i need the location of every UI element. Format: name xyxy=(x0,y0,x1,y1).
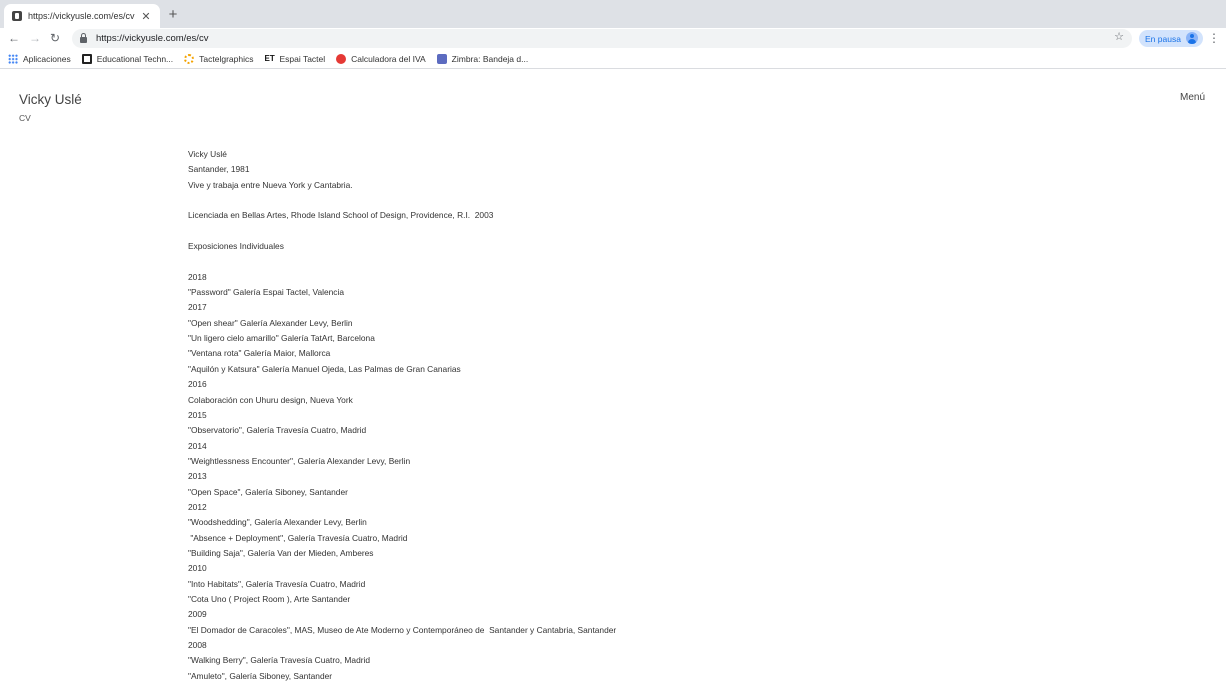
bookmark-label: Educational Techn... xyxy=(96,53,174,64)
profile-status-label: En pausa xyxy=(1145,33,1181,44)
cv-line: "Building Saja", Galería Van der Mieden,… xyxy=(188,547,374,558)
cv-line: "Woodshedding", Galería Alexander Levy, … xyxy=(188,517,367,528)
tactelgraphics-icon xyxy=(184,53,195,64)
cv-line xyxy=(188,193,888,208)
cv-line: 2017 xyxy=(188,302,207,313)
cv-line: "Aquilón y Katsura" Galería Manuel Ojeda… xyxy=(188,363,461,374)
cv-line: "Password" Galería Espai Tactel, Valenci… xyxy=(188,287,344,298)
address-bar[interactable]: https://vickyusle.com/es/cv ☆ xyxy=(72,29,1132,48)
cv-line: 2009 xyxy=(188,609,207,620)
bookmark-label: Zimbra: Bandeja d... xyxy=(451,53,529,64)
bookmark-star-icon[interactable]: ☆ xyxy=(1114,30,1124,43)
browser-tabstrip: https://vickyusle.com/es/cv ✕ + xyxy=(0,0,1226,28)
apps-grid-icon xyxy=(8,53,18,64)
browser-tab[interactable]: https://vickyusle.com/es/cv ✕ xyxy=(4,4,160,28)
tab-title: https://vickyusle.com/es/cv xyxy=(28,11,135,21)
cv-line: "Amuleto", Galería Siboney, Santander xyxy=(188,670,333,681)
address-url[interactable]: https://vickyusle.com/es/cv xyxy=(96,33,208,44)
cv-content: Vicky Uslé Santander, 1981 Vive y trabaja … xyxy=(188,147,888,684)
cv-line: "Ventana rota" Galería Maior, Mallorca xyxy=(188,348,331,359)
cv-line: "Observatorio", Galería Travesía Cuatro,… xyxy=(188,425,367,436)
cv-line: 2014 xyxy=(188,440,207,451)
cv-line: Colaboración con Uhuru design, Nueva Yor… xyxy=(188,394,353,405)
cv-line: 2015 xyxy=(188,409,207,420)
zimbra-icon xyxy=(436,53,447,64)
menu-button[interactable]: Menú xyxy=(1180,92,1205,103)
cv-line: "Un ligero cielo amarillo" Galería TatAr… xyxy=(188,333,375,344)
back-icon[interactable]: ← xyxy=(6,30,22,46)
cv-line: "Cota Uno ( Project Room ), Arte Santand… xyxy=(188,593,351,604)
cv-line xyxy=(188,254,888,269)
espai-tactel-icon: ET xyxy=(264,53,275,63)
bookmark-tactelgraphics[interactable]: Tactelgraphics xyxy=(184,53,254,64)
bookmark-label: Calculadora del IVA xyxy=(351,53,426,64)
avatar-icon xyxy=(1186,32,1198,44)
cv-line: "Open Space", Galería Siboney, Santander xyxy=(188,486,348,497)
cv-line: Santander, 1981 xyxy=(188,164,250,175)
cv-line: "Into Habitats", Galería Travesía Cuatro… xyxy=(188,578,366,589)
bookmark-zimbra[interactable]: Zimbra: Bandeja d... xyxy=(436,53,529,64)
cv-line: 2008 xyxy=(188,640,207,650)
reload-icon[interactable]: ↻ xyxy=(47,30,63,46)
bookmark-label: Aplicaciones xyxy=(23,53,71,64)
site-title[interactable]: Vicky Uslé xyxy=(19,92,82,107)
profile-sync-button[interactable]: En pausa xyxy=(1139,30,1203,47)
cv-line: "Walking Berry", Galería Travesía Cuatro… xyxy=(188,655,371,666)
bookmarks-bar: Aplicaciones Educational Techn... Tactel… xyxy=(0,49,1226,69)
cv-line: "Absence + Deployment", Galería Travesía… xyxy=(188,532,408,543)
forward-icon[interactable]: → xyxy=(27,30,43,46)
bookmark-label: Espai Tactel xyxy=(279,53,326,64)
bookmark-label: Tactelgraphics xyxy=(199,53,254,64)
cv-line: 2013 xyxy=(188,471,207,482)
cv-line: Vicky Uslé xyxy=(188,149,227,159)
cv-line: 2010 xyxy=(188,563,207,574)
cv-line: Licenciada en Bellas Artes, Rhode Island… xyxy=(188,210,494,221)
cv-line xyxy=(188,224,888,239)
calculadora-iva-icon xyxy=(336,53,347,64)
new-tab-icon[interactable]: + xyxy=(165,6,181,24)
cv-line: "El Domador de Caracoles", MAS, Museo de… xyxy=(188,624,617,635)
educational-tech-icon xyxy=(81,53,92,64)
bookmark-aplicaciones[interactable]: Aplicaciones xyxy=(8,53,71,64)
cv-line: 2018 xyxy=(188,271,207,282)
browser-menu-icon[interactable]: ⋮ xyxy=(1208,29,1220,47)
cv-line: "Open shear" Galería Alexander Levy, Ber… xyxy=(188,317,353,328)
site-favicon-icon xyxy=(12,11,22,21)
close-tab-icon[interactable]: ✕ xyxy=(140,10,152,23)
cv-line: Vive y trabaja entre Nueva York y Cantab… xyxy=(188,179,353,190)
page-subtitle: CV xyxy=(19,113,31,123)
cv-line: "Weightlessness Encounter", Galería Alex… xyxy=(188,455,411,466)
cv-line: 2012 xyxy=(188,501,207,512)
browser-toolbar: ← → ↻ https://vickyusle.com/es/cv ☆ En p… xyxy=(0,28,1226,49)
bookmark-calculadora-iva[interactable]: Calculadora del IVA xyxy=(336,53,426,64)
cv-line: 2016 xyxy=(188,379,207,390)
bookmark-educational-tech[interactable]: Educational Techn... xyxy=(81,53,174,64)
lock-icon xyxy=(80,33,87,43)
cv-line: Exposiciones Individuales xyxy=(188,241,284,252)
bookmark-espai-tactel[interactable]: ET Espai Tactel xyxy=(264,54,325,64)
